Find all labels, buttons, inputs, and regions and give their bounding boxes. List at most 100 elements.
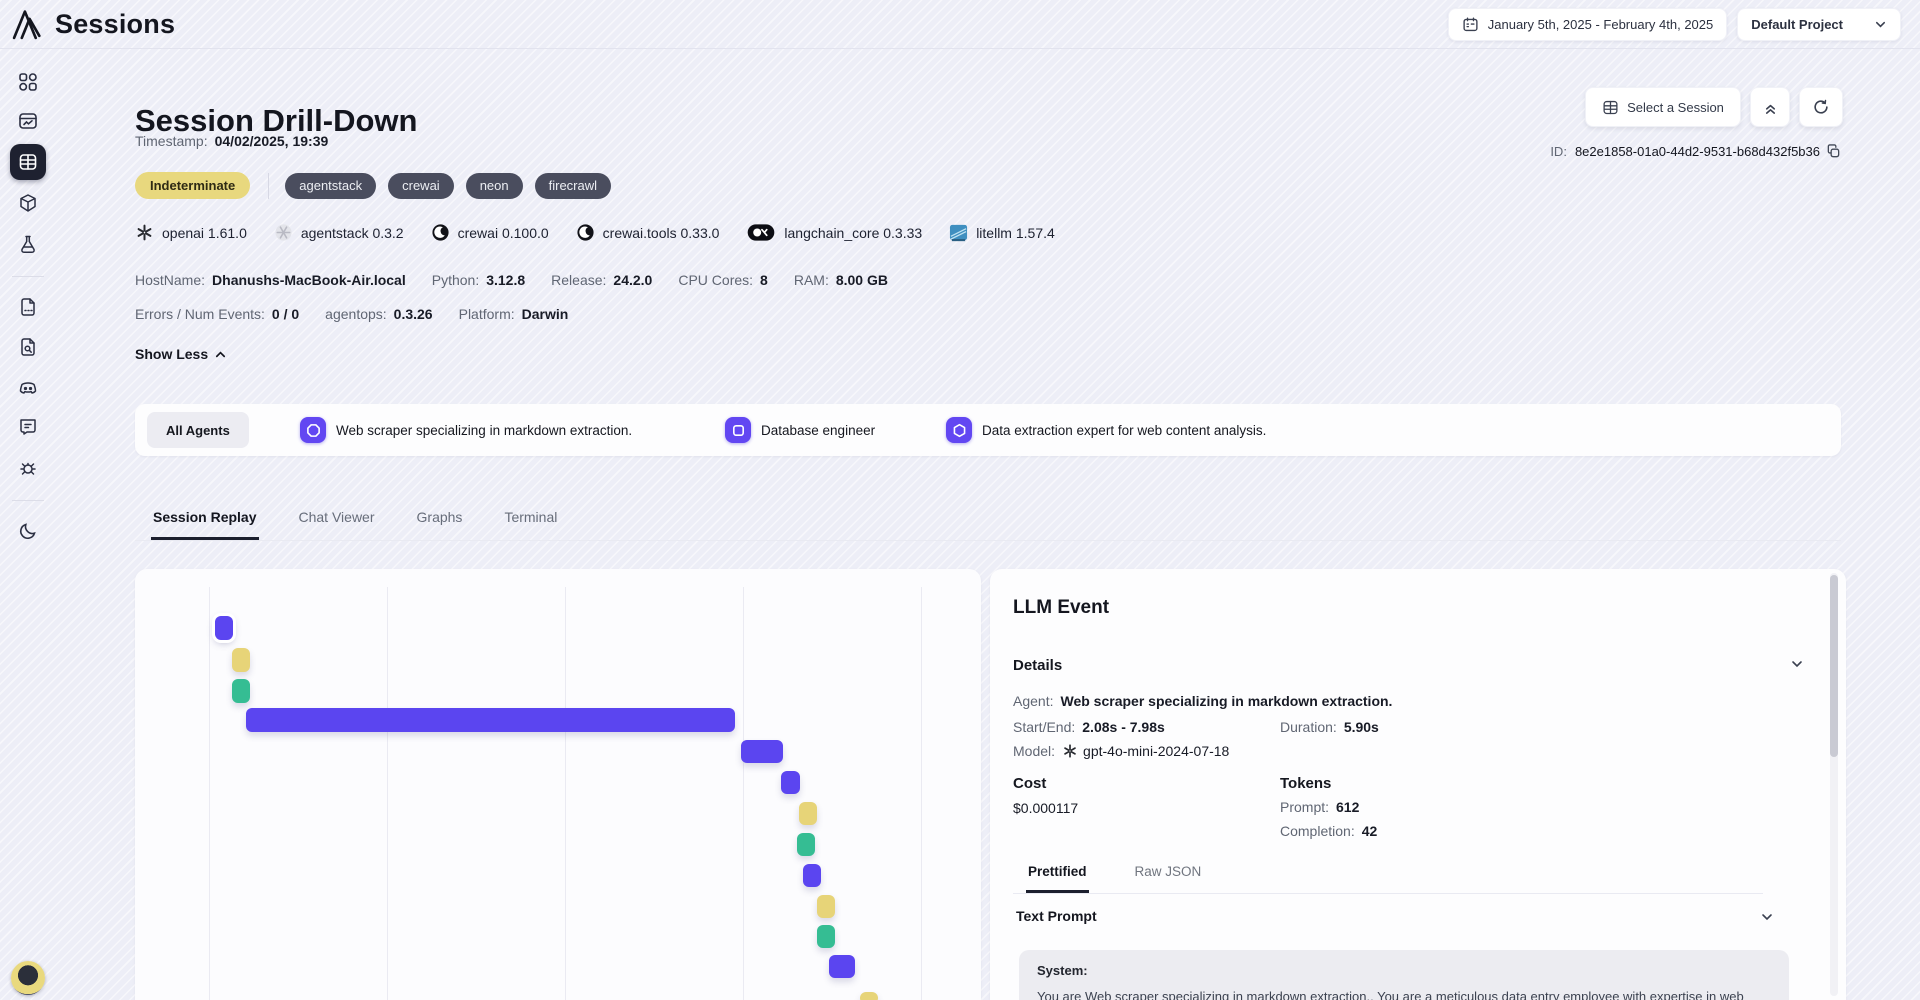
package-crewai-tools: crewai.tools 0.33.0 — [576, 223, 720, 242]
agent-chip-data-extraction[interactable]: Data extraction expert for web content a… — [946, 417, 1266, 443]
duration-row: Duration: 5.90s — [1280, 719, 1379, 735]
payload-view-tabs: Prettified Raw JSON — [1013, 864, 1763, 894]
start-end-label: Start/End: — [1013, 719, 1075, 735]
tab-chat-viewer[interactable]: Chat Viewer — [297, 503, 377, 540]
agent-chip-database-engineer[interactable]: Database engineer — [725, 417, 875, 443]
timestamp-value: 04/02/2025, 19:39 — [215, 133, 329, 149]
gantt-bar-llm[interactable] — [741, 740, 783, 763]
tab-raw-json[interactable]: Raw JSON — [1133, 864, 1204, 893]
details-section-header: Details — [1013, 657, 1062, 674]
agentops-logo-icon[interactable] — [10, 6, 47, 43]
agent-chip-web-scraper[interactable]: Web scraper specializing in markdown ext… — [300, 417, 632, 443]
page: Sessions January 5th, 2025 - February 4t… — [0, 0, 1920, 1000]
session-tag: agentstack — [285, 173, 376, 199]
status-badge: Indeterminate — [135, 172, 250, 199]
gantt-bar-tool[interactable] — [817, 925, 835, 948]
session-id-value: 8e2e1858-01a0-44d2-9531-b68d432f5b36 — [1575, 144, 1820, 159]
gantt-bar-llm[interactable] — [781, 771, 800, 794]
sidebar-item-feedback-chat[interactable] — [18, 417, 38, 437]
session-tag: crewai — [388, 173, 454, 199]
tab-session-replay[interactable]: Session Replay — [151, 503, 259, 540]
crewai-logo-icon — [431, 223, 450, 242]
info-label: Platform: — [459, 306, 515, 322]
sidebar-item-docs-file[interactable] — [18, 297, 38, 317]
gantt-gridline — [921, 587, 922, 1000]
agentstack-logo-icon — [274, 223, 293, 242]
start-end-row: Start/End: 2.08s - 7.98s — [1013, 719, 1165, 735]
collapse-header-button[interactable] — [1750, 87, 1790, 127]
completion-tokens-row: Completion: 42 — [1280, 823, 1377, 839]
package-label: langchain_core 0.3.33 — [784, 225, 922, 241]
gantt-bar-llm[interactable] — [829, 955, 855, 978]
gantt-bar-llm[interactable] — [215, 616, 233, 640]
gantt-gridline — [743, 587, 744, 1000]
gantt-bar-tool[interactable] — [797, 833, 815, 856]
sidebar-item-dark-mode-moon[interactable] — [18, 521, 38, 541]
litellm-logo-icon — [949, 223, 968, 242]
tab-terminal[interactable]: Terminal — [502, 503, 559, 540]
duration-label: Duration: — [1280, 719, 1337, 735]
agents-filter-bar: All Agents Web scraper specializing in m… — [135, 404, 1841, 456]
event-panel-scrollbar[interactable] — [1830, 573, 1838, 996]
package-label: agentstack 0.3.2 — [301, 225, 404, 241]
gantt-bar-action[interactable] — [232, 648, 250, 672]
sidebar-item-package-cube[interactable] — [18, 193, 38, 213]
divider — [268, 173, 269, 199]
info-label: Release: — [551, 272, 606, 288]
sidebar-item-log-search-file[interactable] — [18, 337, 38, 357]
info-value: 0.3.26 — [394, 306, 433, 322]
gantt-bar-action[interactable] — [817, 895, 835, 918]
package-label: openai 1.61.0 — [162, 225, 247, 241]
sidebar-item-discord[interactable] — [18, 378, 38, 398]
system-prompt-text: You are Web scraper specializing in mark… — [1037, 987, 1771, 1000]
gantt-bar-action[interactable] — [860, 992, 878, 1000]
copy-icon[interactable] — [1826, 144, 1841, 159]
info-label: HostName: — [135, 272, 205, 288]
refresh-button[interactable] — [1799, 87, 1843, 127]
gantt-gridline — [209, 587, 210, 1000]
sidebar-item-sessions-table[interactable] — [10, 144, 46, 180]
package-openai: openai 1.61.0 — [135, 223, 247, 242]
all-agents-chip[interactable]: All Agents — [147, 412, 249, 448]
cost-value: $0.000117 — [1013, 800, 1078, 816]
gantt-bar-llm[interactable] — [803, 864, 821, 887]
agent-chip-label: Data extraction expert for web content a… — [982, 423, 1266, 438]
sidebar-item-grid-menu[interactable] — [18, 72, 38, 92]
gantt-bar-llm[interactable] — [246, 708, 735, 732]
details-collapse-chevron-icon[interactable] — [1790, 657, 1804, 671]
user-avatar[interactable] — [11, 961, 45, 995]
chevron-down-icon — [1874, 18, 1887, 31]
text-prompt-collapse-chevron-icon[interactable] — [1760, 910, 1774, 924]
sidebar-item-evals-flask[interactable] — [18, 234, 38, 254]
gantt-bar-action[interactable] — [799, 802, 817, 825]
info-value: 0 / 0 — [272, 306, 299, 322]
sidebar-divider — [12, 500, 44, 501]
sidebar-divider — [12, 276, 44, 277]
scrollbar-thumb[interactable] — [1830, 575, 1838, 757]
select-session-button[interactable]: Select a Session — [1585, 87, 1741, 127]
model-label: Model: — [1013, 743, 1055, 759]
info-label: Errors / Num Events: — [135, 306, 265, 322]
timestamp-row: Timestamp: 04/02/2025, 19:39 — [135, 133, 328, 149]
date-range-picker[interactable]: January 5th, 2025 - February 4th, 2025 — [1448, 8, 1727, 41]
package-label: crewai 0.100.0 — [458, 225, 549, 241]
tags-list: agentstackcrewaineonfirecrawl — [285, 173, 623, 199]
start-end-value: 2.08s - 7.98s — [1082, 719, 1165, 735]
host-info-row: Errors / Num Events: 0 / 0 agentops: 0.3.26… — [135, 306, 594, 322]
completion-tokens-value: 42 — [1362, 823, 1378, 839]
packages-row: openai 1.61.0 agentstack 0.3.2 crewai 0.… — [135, 223, 1082, 242]
project-selector[interactable]: Default Project — [1737, 8, 1901, 41]
session-id-row: ID: 8e2e1858-01a0-44d2-9531-b68d432f5b36 — [1550, 144, 1841, 159]
table-icon — [1602, 99, 1619, 116]
tab-prettified[interactable]: Prettified — [1026, 864, 1089, 893]
info-label: Python: — [432, 272, 479, 288]
show-less-toggle[interactable]: Show Less — [135, 346, 227, 362]
info-label: agentops: — [325, 306, 387, 322]
langchain-logo-icon — [746, 223, 776, 242]
agent-square-icon — [725, 417, 751, 443]
gantt-bar-tool[interactable] — [232, 679, 250, 703]
date-range-label: January 5th, 2025 - February 4th, 2025 — [1488, 17, 1713, 32]
sidebar-item-bug-report[interactable] — [18, 458, 38, 478]
tab-graphs[interactable]: Graphs — [415, 503, 465, 540]
sidebar-item-project-window[interactable] — [18, 111, 38, 131]
